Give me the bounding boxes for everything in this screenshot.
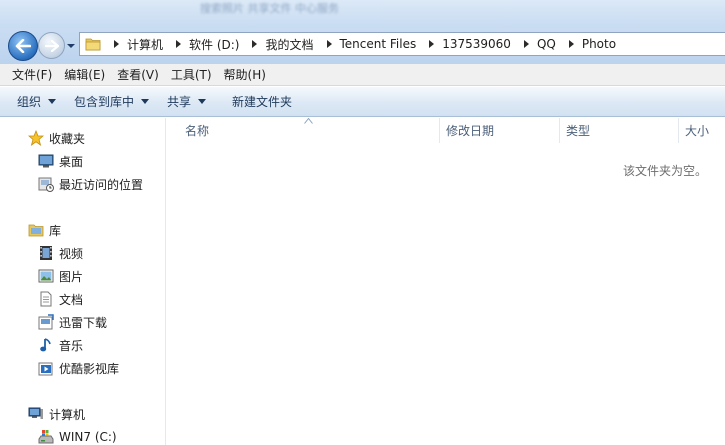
address-row: 计算机 软件 (D:) 我的文档 Tencent Files 137539060…	[0, 28, 725, 64]
nav-computer[interactable]: 计算机	[28, 404, 85, 424]
title-bar: 搜索照片 共享文件 中心服务	[0, 0, 725, 28]
empty-folder-message: 该文件夹为空。	[622, 164, 707, 178]
breadcrumb: 计算机 软件 (D:) 我的文档 Tencent Files 137539060…	[109, 33, 624, 55]
back-button[interactable]	[8, 31, 38, 61]
video-library-icon	[38, 245, 54, 261]
chevron-down-icon	[141, 99, 150, 104]
nav-item-recent-places[interactable]: 最近访问的位置	[38, 174, 143, 194]
address-bar[interactable]: 计算机 软件 (D:) 我的文档 Tencent Files 137539060…	[79, 32, 725, 56]
column-header-type[interactable]: 类型	[560, 118, 679, 143]
breadcrumb-separator-icon[interactable]	[173, 39, 183, 49]
column-header-name-label: 名称	[185, 124, 210, 138]
column-header-type-label: 类型	[566, 124, 591, 138]
back-arrow-icon	[15, 39, 31, 53]
breadcrumb-drive-d[interactable]: 软件 (D:)	[189, 36, 239, 53]
nav-item-label: 桌面	[59, 154, 84, 169]
nav-item-pictures[interactable]: 图片	[38, 266, 83, 286]
column-header-row: 名称 修改日期 类型 大小	[167, 118, 725, 143]
breadcrumb-separator-icon[interactable]	[566, 39, 576, 49]
recent-pages-dropdown-icon[interactable]	[66, 41, 76, 51]
breadcrumb-separator-icon[interactable]	[249, 39, 259, 49]
breadcrumb-separator-icon[interactable]	[324, 39, 334, 49]
nav-item-label: 迅雷下载	[59, 315, 108, 330]
breadcrumb-tencent-files[interactable]: Tencent Files	[340, 37, 417, 51]
nav-favorites[interactable]: 收藏夹	[28, 128, 85, 148]
breadcrumb-separator-icon[interactable]	[111, 39, 121, 49]
nav-item-label: 最近访问的位置	[59, 177, 144, 192]
nav-item-label: WIN7 (C:)	[59, 430, 117, 444]
breadcrumb-qq[interactable]: QQ	[537, 37, 556, 51]
menu-edit[interactable]: 编辑(E)	[58, 64, 111, 85]
navigation-pane: 收藏夹 桌面 最近访问的位置 库 视频 图片 文档 迅雷下载 音乐 优酷影视库 …	[0, 118, 166, 445]
share-label: 共享	[167, 95, 192, 109]
column-header-name[interactable]: 名称	[167, 118, 440, 143]
nav-item-thunder-download[interactable]: 迅雷下载	[38, 312, 107, 332]
breadcrumb-separator-icon[interactable]	[521, 39, 531, 49]
desktop-icon	[38, 153, 54, 169]
chevron-down-icon	[198, 99, 207, 104]
nav-item-label: 优酷影视库	[59, 361, 120, 376]
nav-item-label: 文档	[59, 292, 84, 307]
star-icon	[28, 130, 44, 146]
nav-computer-label: 计算机	[49, 407, 86, 422]
forward-button[interactable]	[38, 32, 65, 59]
library-folder-icon	[28, 222, 44, 238]
breadcrumb-account-folder[interactable]: 137539060	[442, 37, 511, 51]
forward-arrow-icon	[44, 39, 59, 52]
column-header-date[interactable]: 修改日期	[440, 118, 560, 143]
breadcrumb-computer[interactable]: 计算机	[127, 36, 163, 53]
menu-tools[interactable]: 工具(T)	[165, 64, 218, 85]
menu-bar: 文件(F) 编辑(E) 查看(V) 工具(T) 帮助(H)	[0, 64, 725, 86]
column-header-date-label: 修改日期	[446, 124, 495, 138]
sort-ascending-icon	[304, 118, 313, 124]
nav-libraries-label: 库	[49, 223, 62, 238]
computer-icon	[28, 406, 44, 422]
command-bar: 组织 包含到库中 共享 新建文件夹	[0, 87, 725, 117]
include-in-library-label: 包含到库中	[74, 95, 135, 109]
nav-libraries[interactable]: 库	[28, 220, 61, 240]
menu-help[interactable]: 帮助(H)	[218, 64, 272, 85]
column-header-size[interactable]: 大小	[679, 118, 725, 143]
nav-item-label: 图片	[59, 269, 84, 284]
breadcrumb-separator-icon[interactable]	[426, 39, 436, 49]
nav-item-videos[interactable]: 视频	[38, 243, 83, 263]
nav-item-music[interactable]: 音乐	[38, 335, 83, 355]
music-library-icon	[38, 337, 54, 353]
new-folder-label: 新建文件夹	[232, 95, 293, 109]
organize-button[interactable]: 组织	[0, 87, 65, 116]
nav-favorites-label: 收藏夹	[49, 131, 86, 146]
nav-item-youku-library[interactable]: 优酷影视库	[38, 358, 119, 378]
nav-item-label: 视频	[59, 246, 84, 261]
title-bar-search-text: 搜索照片 共享文件 中心服务	[200, 2, 339, 15]
nav-item-documents[interactable]: 文档	[38, 289, 83, 309]
menu-file[interactable]: 文件(F)	[0, 64, 58, 85]
organize-label: 组织	[17, 95, 42, 109]
documents-library-icon	[38, 291, 54, 307]
new-folder-button[interactable]: 新建文件夹	[223, 87, 301, 116]
breadcrumb-my-documents[interactable]: 我的文档	[265, 36, 313, 53]
folder-icon	[85, 38, 101, 51]
file-list-pane[interactable]: 名称 修改日期 类型 大小 该文件夹为空。	[167, 118, 725, 445]
column-header-size-label: 大小	[685, 124, 710, 138]
chevron-down-icon	[48, 99, 57, 104]
nav-item-desktop[interactable]: 桌面	[38, 151, 83, 171]
nav-item-label: 音乐	[59, 338, 84, 353]
recent-places-icon	[38, 176, 54, 192]
include-in-library-button[interactable]: 包含到库中	[65, 87, 158, 116]
pictures-library-icon	[38, 268, 54, 284]
menu-view[interactable]: 查看(V)	[111, 64, 165, 85]
youku-library-icon	[38, 360, 54, 376]
drive-icon	[38, 429, 54, 445]
share-button[interactable]: 共享	[158, 87, 215, 116]
thunder-download-icon	[38, 314, 54, 330]
breadcrumb-photo[interactable]: Photo	[582, 37, 616, 51]
nav-item-drive-c[interactable]: WIN7 (C:)	[38, 427, 117, 445]
